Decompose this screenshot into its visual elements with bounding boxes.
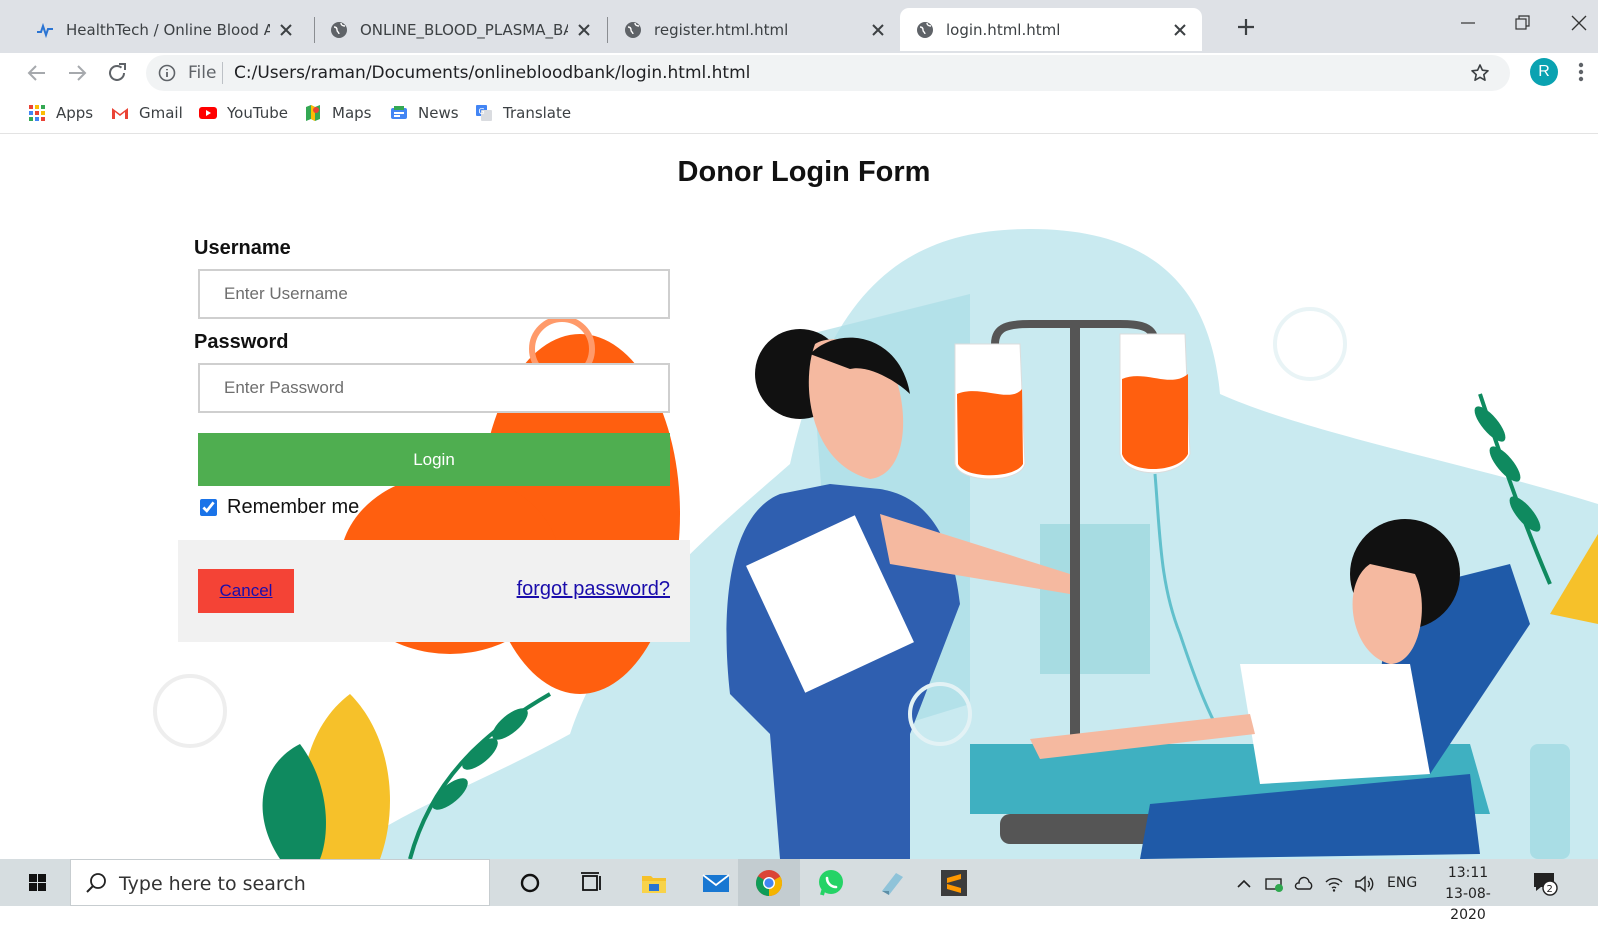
- bookmark-label: Apps: [56, 104, 94, 122]
- url-text[interactable]: C:/Users/raman/Documents/onlinebloodbank…: [234, 63, 750, 83]
- apps-grid-icon: [29, 105, 45, 121]
- youtube-icon: [199, 107, 217, 119]
- taskbar-search-box[interactable]: Type here to search: [70, 859, 490, 906]
- globe-icon: [917, 21, 933, 38]
- form-footer: Cancel forgot password?: [178, 540, 690, 642]
- close-icon[interactable]: [1172, 22, 1188, 38]
- tab-strip: HealthTech / Online Blood And P ONLINE_B…: [0, 0, 1598, 53]
- bookmark-apps[interactable]: Apps: [28, 102, 93, 124]
- tab-healthtech[interactable]: HealthTech / Online Blood And P: [10, 8, 308, 51]
- whatsapp-icon[interactable]: [815, 867, 847, 899]
- minimize-icon[interactable]: [1459, 14, 1477, 32]
- taskbar-search-placeholder: Type here to search: [119, 873, 306, 895]
- login-button[interactable]: Login: [198, 433, 670, 486]
- remember-me-checkbox[interactable]: [200, 499, 217, 516]
- healthtech-favicon-icon: [37, 22, 53, 38]
- tab-label: register.html.html: [654, 20, 789, 39]
- news-icon: [391, 106, 407, 119]
- menu-kebab-icon[interactable]: [1578, 61, 1584, 83]
- wifi-icon[interactable]: [1324, 874, 1344, 894]
- tab-register[interactable]: register.html.html: [598, 8, 900, 51]
- search-icon: [86, 873, 106, 893]
- browser-toolbar: File C:/Users/raman/Documents/onlinebloo…: [0, 53, 1598, 93]
- back-arrow-icon[interactable]: [25, 61, 49, 85]
- cancel-button[interactable]: Cancel: [198, 569, 294, 613]
- file-explorer-icon[interactable]: [638, 867, 670, 899]
- taskbar-clock[interactable]: 13:11 13-08-2020: [1432, 863, 1504, 926]
- cortana-icon[interactable]: [514, 867, 546, 899]
- forward-arrow-icon[interactable]: [65, 61, 89, 85]
- windows-taskbar: Type here to search ENG 13:11 13-08-2020…: [0, 859, 1598, 923]
- address-bar[interactable]: File C:/Users/raman/Documents/onlinebloo…: [146, 55, 1510, 91]
- bookmark-translate[interactable]: G Translate: [475, 102, 571, 124]
- volume-icon[interactable]: [1354, 874, 1374, 894]
- maps-icon: [306, 105, 320, 121]
- info-icon[interactable]: [158, 64, 176, 82]
- globe-icon: [625, 21, 641, 38]
- password-input[interactable]: [198, 363, 670, 413]
- task-view-icon[interactable]: [576, 867, 608, 899]
- page-title: Donor Login Form: [677, 156, 931, 188]
- bookmark-maps[interactable]: Maps: [304, 102, 371, 124]
- bookmark-label: Gmail: [139, 104, 183, 122]
- bookmark-label: Translate: [503, 104, 572, 122]
- profile-avatar[interactable]: R: [1530, 58, 1558, 86]
- close-icon[interactable]: [278, 22, 294, 38]
- password-label: Password: [194, 331, 289, 353]
- svg-text:G: G: [479, 107, 485, 116]
- onedrive-cloud-icon[interactable]: [1294, 874, 1314, 894]
- reload-icon[interactable]: [105, 61, 129, 85]
- bookmark-label: Maps: [332, 104, 372, 122]
- mail-icon[interactable]: [700, 867, 732, 899]
- windows-start-icon[interactable]: [0, 859, 70, 906]
- tab-login[interactable]: login.html.html: [900, 8, 1202, 51]
- tab-label: ONLINE_BLOOD_PLASMA_BANK: [360, 20, 568, 39]
- window-close-icon[interactable]: [1570, 14, 1588, 32]
- translate-icon: G: [476, 105, 492, 121]
- bookmark-youtube[interactable]: YouTube: [199, 102, 288, 124]
- tab-label: HealthTech / Online Blood And P: [66, 20, 270, 39]
- notification-count: 2: [1547, 884, 1553, 895]
- clock-time: 13:11: [1447, 865, 1489, 881]
- language-indicator[interactable]: ENG: [1387, 875, 1417, 891]
- gmail-icon: [112, 108, 128, 119]
- close-icon[interactable]: [870, 22, 886, 38]
- restore-icon[interactable]: [1514, 14, 1532, 32]
- bookmark-label: YouTube: [227, 104, 288, 122]
- url-scheme-label: File: [188, 63, 217, 83]
- globe-icon: [331, 21, 347, 38]
- sublime-text-icon[interactable]: [938, 867, 970, 899]
- bookmark-star-icon[interactable]: [1470, 63, 1490, 83]
- chrome-icon[interactable]: [753, 867, 785, 899]
- page-content: Donor Login Form Username Password Login…: [10, 134, 1598, 859]
- bookmark-gmail[interactable]: Gmail: [111, 102, 183, 124]
- new-tab-icon[interactable]: [1236, 17, 1256, 37]
- forgot-password-link[interactable]: forgot password?: [517, 578, 670, 601]
- battery-icon[interactable]: [1265, 874, 1285, 894]
- remember-me-label: Remember me: [227, 496, 360, 518]
- close-icon[interactable]: [576, 22, 592, 38]
- tab-blood-plasma-bank[interactable]: ONLINE_BLOOD_PLASMA_BANK: [304, 8, 606, 51]
- chevron-up-icon[interactable]: [1234, 874, 1254, 894]
- omnibox-divider: [222, 62, 223, 84]
- username-input[interactable]: [198, 269, 670, 319]
- bookmark-label: News: [418, 104, 459, 122]
- notification-center-icon[interactable]: 2: [1532, 870, 1558, 896]
- tab-label: login.html.html: [946, 20, 1061, 39]
- username-label: Username: [194, 237, 291, 259]
- app-icon[interactable]: [876, 867, 908, 899]
- bookmark-news[interactable]: News: [390, 102, 459, 124]
- bookmarks-bar: Apps Gmail YouTube Maps News G Translate: [0, 93, 1598, 134]
- remember-me[interactable]: Remember me: [200, 496, 359, 519]
- clock-date: 13-08-2020: [1445, 886, 1491, 923]
